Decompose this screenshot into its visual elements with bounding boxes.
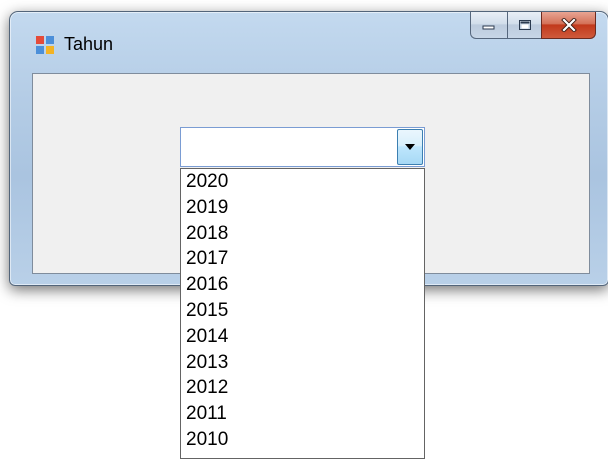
list-item[interactable]: 2017	[181, 246, 424, 272]
caption-buttons	[470, 12, 596, 39]
list-item[interactable]: 2015	[181, 298, 424, 324]
list-item[interactable]: 2018	[181, 221, 424, 247]
minimize-icon	[482, 25, 495, 30]
list-item[interactable]: 2019	[181, 195, 424, 221]
minimize-button[interactable]	[470, 12, 507, 39]
year-combobox[interactable]	[180, 127, 425, 167]
maximize-icon	[518, 20, 531, 30]
list-item[interactable]: 2012	[181, 375, 424, 401]
list-item[interactable]: 2014	[181, 324, 424, 350]
chevron-down-icon	[405, 144, 415, 150]
close-button[interactable]	[541, 12, 596, 39]
list-item[interactable]: 2011	[181, 401, 424, 427]
year-dropdown-list[interactable]: 2020 2019 2018 2017 2016 2015 2014 2013 …	[180, 168, 425, 459]
title-bar[interactable]: Tahun	[10, 12, 608, 68]
window-title: Tahun	[64, 34, 114, 54]
form-icon	[36, 36, 54, 54]
list-item[interactable]: 2020	[181, 169, 424, 195]
list-item[interactable]: 2013	[181, 350, 424, 376]
list-item[interactable]: 2016	[181, 272, 424, 298]
maximize-button[interactable]	[507, 12, 541, 39]
dropdown-button[interactable]	[397, 129, 423, 165]
close-icon	[560, 18, 577, 32]
list-item[interactable]: 2010	[181, 427, 424, 453]
